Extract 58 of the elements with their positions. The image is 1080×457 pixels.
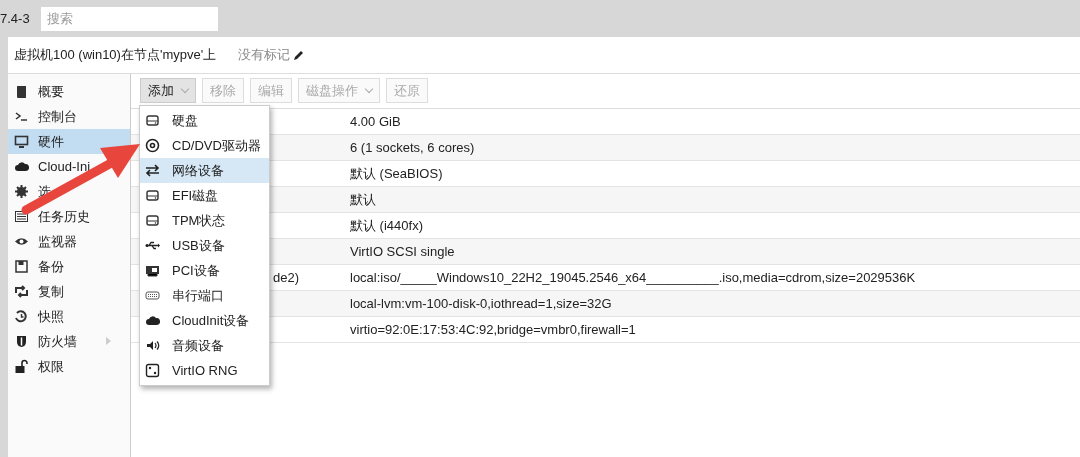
search-field[interactable]: 搜索 <box>40 6 218 31</box>
sidebar-item[interactable]: 权限 <box>8 354 130 379</box>
table-cell: 默认 (SeaBIOS) <box>350 164 443 183</box>
table-cell: local:iso/_____Windows10_22H2_19045.2546_x64__________.iso,media=cdrom,size=2029536K <box>350 270 916 285</box>
sidebar-item[interactable]: 复制 <box>8 279 130 304</box>
cloud-icon <box>14 159 29 174</box>
sidebar-item[interactable]: 任务历史 <box>8 204 130 229</box>
menu-item[interactable]: USB设备 <box>140 233 269 258</box>
sidebar-item[interactable]: 概要 <box>8 79 130 104</box>
table-cell: VirtIO SCSI single <box>350 244 455 259</box>
unlocked-padlock-icon <box>14 359 29 374</box>
sidebar-item[interactable]: 硬件 <box>8 129 130 154</box>
monitor-icon <box>14 134 29 149</box>
table-cell: 默认 <box>350 190 376 209</box>
disc-icon <box>145 138 160 153</box>
exchange-arrows-icon <box>145 163 160 178</box>
menu-item[interactable]: EFI磁盘 <box>140 183 269 208</box>
vm-title: 虚拟机100 (win10)在节点'mypve'上 <box>14 46 217 64</box>
sidebar-item[interactable]: 防火墙 <box>8 329 130 354</box>
menu-item[interactable]: 音频设备 <box>140 333 269 358</box>
tags-label: 没有标记 <box>238 46 291 64</box>
table-cell: 4.00 GiB <box>350 114 401 129</box>
cloud-icon <box>145 313 160 328</box>
dice-icon <box>145 363 160 378</box>
sidebar-item[interactable]: Cloud-Ini <box>8 154 130 179</box>
hard-drive-icon <box>145 113 160 128</box>
book-icon <box>14 84 29 99</box>
menu-item[interactable]: 网络设备 <box>140 158 269 183</box>
menu-item[interactable]: PCI设备 <box>140 258 269 283</box>
table-cell: virtio=92:0E:17:53:4C:92,bridge=vmbr0,firewall=1 <box>350 322 636 337</box>
sidebar-item[interactable]: 控制台 <box>8 104 130 129</box>
keyboard-icon <box>145 288 160 303</box>
toolbar-button[interactable]: 添加 <box>140 78 196 103</box>
terminal-icon <box>14 109 29 124</box>
list-icon <box>14 209 29 224</box>
menu-item[interactable]: 串行端口 <box>140 283 269 308</box>
menu-item[interactable]: 硬盘 <box>140 108 269 133</box>
table-cell: 6 (1 sockets, 6 cores) <box>350 140 475 155</box>
table-cell: local-lvm:vm-100-disk-0,iothread=1,size=32G <box>350 296 612 311</box>
menu-item[interactable]: TPM状态 <box>140 208 269 233</box>
hard-drive-icon <box>145 188 160 203</box>
speaker-icon <box>145 338 160 353</box>
version-label: 7.4-3 <box>0 11 30 26</box>
history-icon <box>14 309 29 324</box>
gear-icon <box>14 184 29 199</box>
sidebar-item[interactable]: 备份 <box>8 254 130 279</box>
menu-item[interactable]: VirtIO RNG <box>140 358 269 383</box>
hard-drive-icon <box>145 213 160 228</box>
pencil-icon[interactable] <box>293 49 306 61</box>
card-icon <box>145 263 160 278</box>
menu-item[interactable]: CloudInit设备 <box>140 308 269 333</box>
shield-icon <box>14 334 29 349</box>
table-cell: de2) <box>273 270 300 285</box>
menu-item[interactable]: CD/DVD驱动器 <box>140 133 269 158</box>
loop-arrows-icon <box>14 284 29 299</box>
table-cell: 默认 (i440fx) <box>350 216 423 235</box>
sidebar-item[interactable]: 快照 <box>8 304 130 329</box>
sidebar-item[interactable]: 监视器 <box>8 229 130 254</box>
